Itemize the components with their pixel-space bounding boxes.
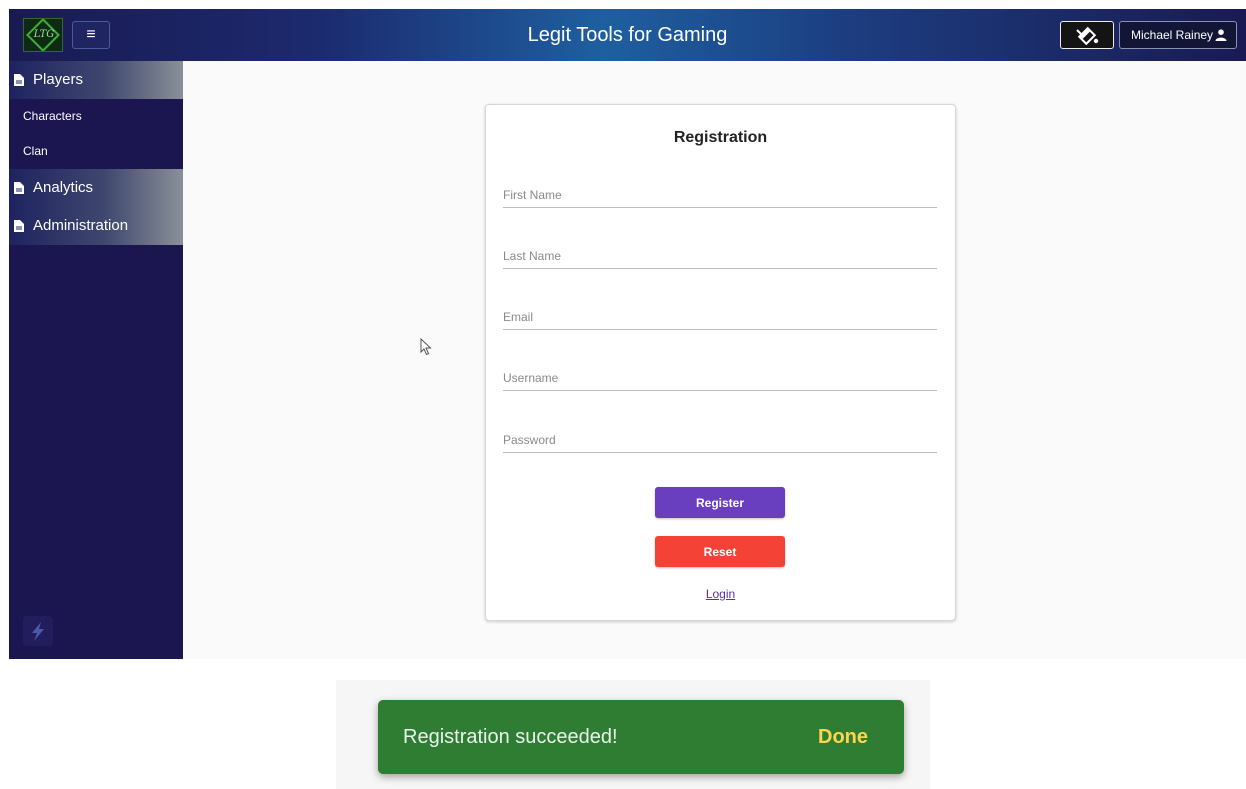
user-menu-button[interactable]: Michael Rainey bbox=[1119, 21, 1237, 49]
document-icon bbox=[14, 220, 24, 232]
first-name-input[interactable] bbox=[503, 178, 937, 206]
sidebar-footer-button[interactable] bbox=[23, 616, 53, 646]
user-name: Michael Rainey bbox=[1131, 28, 1214, 42]
register-button[interactable]: Register bbox=[655, 487, 785, 518]
last-name-input[interactable] bbox=[503, 239, 937, 267]
top-bar: LTG ≡ Legit Tools for Gaming Michael Rai… bbox=[9, 9, 1246, 61]
app-window: LTG ≡ Legit Tools for Gaming Michael Rai… bbox=[9, 9, 1246, 659]
reset-button[interactable]: Reset bbox=[655, 536, 785, 567]
mouse-cursor-icon bbox=[420, 338, 432, 356]
document-icon bbox=[14, 182, 24, 194]
theme-button[interactable] bbox=[1060, 21, 1114, 49]
snackbar-done-button[interactable]: Done bbox=[818, 700, 868, 774]
paint-bucket-icon bbox=[1076, 26, 1099, 46]
password-input[interactable] bbox=[503, 423, 937, 451]
sidebar-group-players[interactable]: Players bbox=[9, 61, 183, 99]
sidebar-item-clan[interactable]: Clan bbox=[9, 134, 183, 169]
email-input[interactable] bbox=[503, 300, 937, 328]
snackbar-container: Registration succeeded! Done bbox=[336, 680, 930, 789]
last-name-field bbox=[503, 239, 937, 269]
registration-card: Registration Register Reset Login bbox=[485, 104, 956, 621]
logo-text: LTG bbox=[33, 29, 55, 40]
email-field bbox=[503, 300, 937, 330]
snackbar: Registration succeeded! Done bbox=[378, 700, 904, 774]
app-logo[interactable]: LTG bbox=[23, 18, 63, 52]
menu-toggle-button[interactable]: ≡ bbox=[72, 21, 110, 49]
snackbar-message: Registration succeeded! bbox=[403, 726, 618, 748]
login-link[interactable]: Login bbox=[486, 587, 955, 601]
hamburger-icon: ≡ bbox=[86, 26, 96, 43]
form-title: Registration bbox=[673, 129, 768, 146]
password-field bbox=[503, 423, 937, 453]
lightning-icon bbox=[32, 622, 44, 641]
user-icon bbox=[1215, 29, 1227, 41]
sidebar-group-analytics[interactable]: Analytics bbox=[9, 169, 183, 207]
sidebar-item-characters[interactable]: Characters bbox=[9, 99, 183, 134]
sidebar-group-label: Players bbox=[33, 71, 84, 88]
sidebar-group-administration[interactable]: Administration bbox=[9, 207, 183, 245]
username-field bbox=[503, 361, 937, 391]
sidebar-group-label: Analytics bbox=[33, 179, 94, 196]
document-icon bbox=[14, 74, 24, 86]
sidebar: Players Characters Clan Analytics Admini… bbox=[9, 61, 183, 659]
username-input[interactable] bbox=[503, 361, 937, 389]
sidebar-group-label: Administration bbox=[33, 217, 129, 234]
first-name-field bbox=[503, 178, 937, 208]
